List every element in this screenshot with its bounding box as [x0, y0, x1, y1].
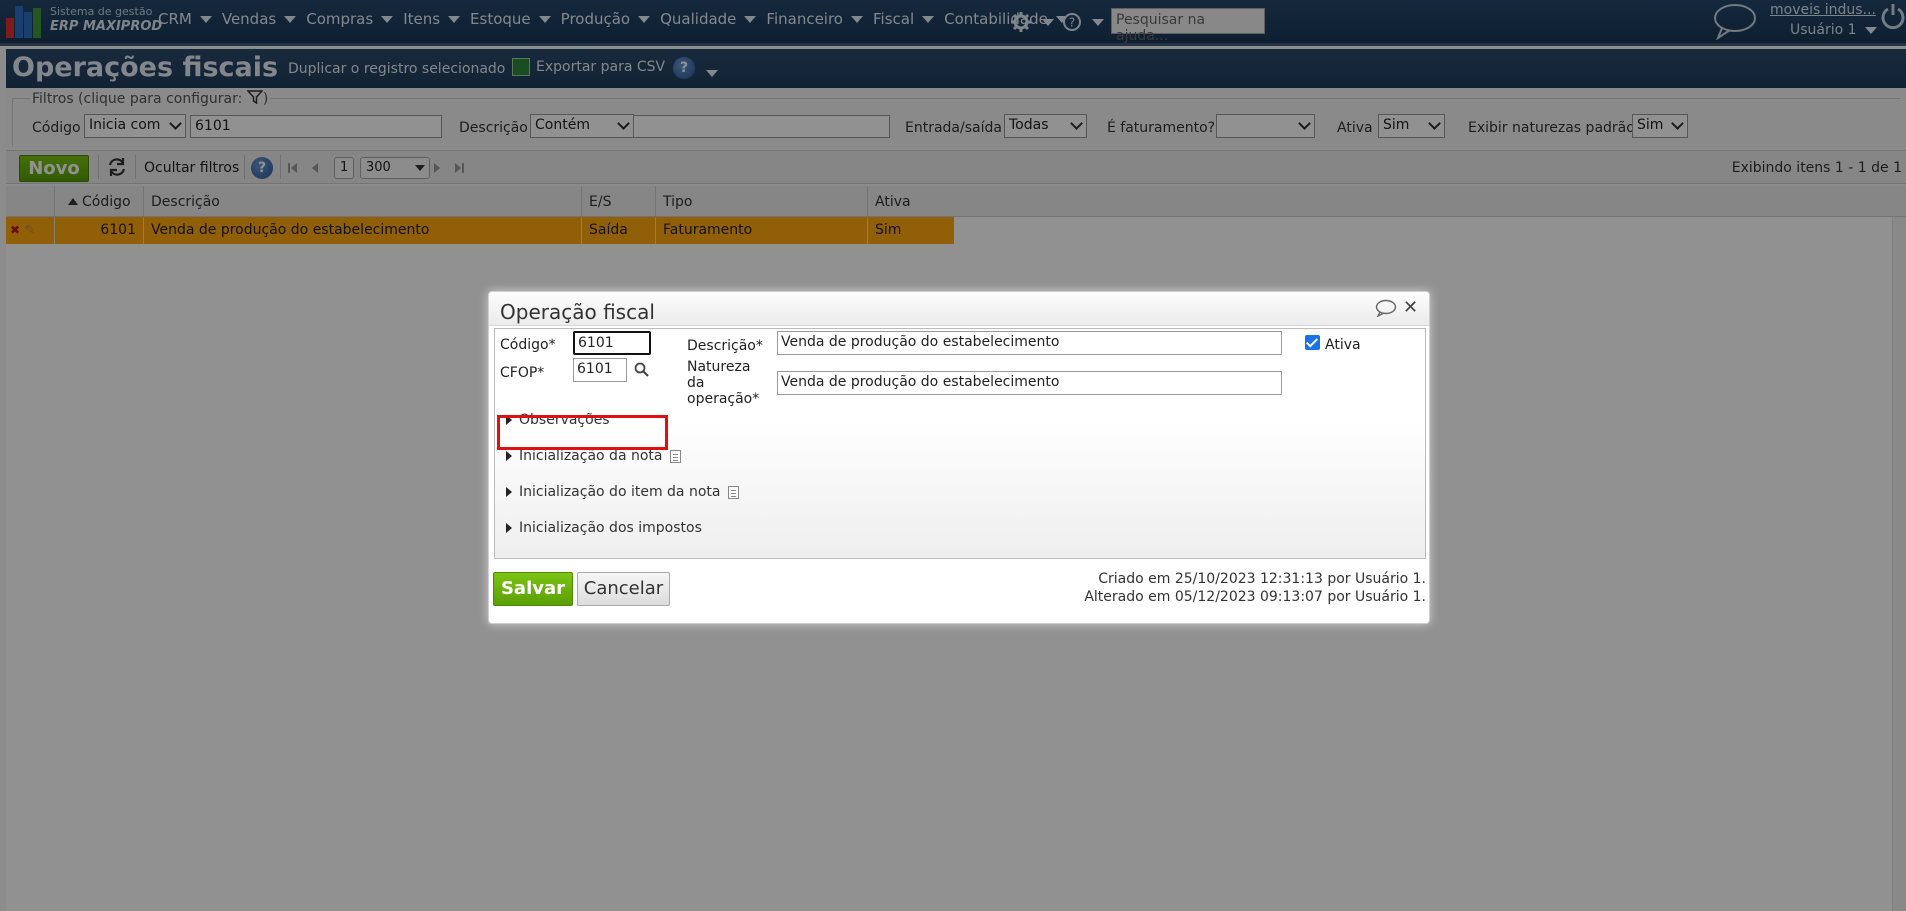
cfop-input[interactable]: 6101	[573, 358, 627, 382]
section-inicializacao-nota[interactable]: Inicialização da nota	[506, 448, 682, 464]
section-inicializacao-item[interactable]: Inicialização do item da nota	[506, 484, 740, 500]
caret-right-icon	[506, 523, 512, 533]
changed-info: Alterado em 05/12/2023 09:13:07 por Usuá…	[1084, 589, 1426, 605]
document-icon[interactable]	[670, 449, 682, 463]
cancel-button[interactable]: Cancelar	[577, 572, 670, 606]
ativa-label: Ativa	[1325, 337, 1361, 353]
save-button[interactable]: Salvar	[493, 572, 573, 606]
dialog-body: Código* 6101 CFOP* 6101 Descrição* Venda…	[494, 328, 1426, 559]
highlight-box	[497, 415, 668, 450]
caret-right-icon	[506, 451, 512, 461]
created-info: Criado em 25/10/2023 12:31:13 por Usuári…	[1098, 571, 1426, 587]
cfop-label: CFOP*	[500, 365, 545, 381]
natureza-input[interactable]: Venda de produção do estabelecimento	[777, 371, 1282, 395]
natureza-label-line1: Natureza	[687, 359, 751, 375]
close-icon[interactable]: ✕	[1403, 297, 1418, 318]
fiscal-operation-dialog: Operação fiscal ✕ Código* 6101 CFOP* 610…	[488, 291, 1430, 624]
ativa-checkbox[interactable]	[1305, 335, 1320, 350]
section-inicializacao-impostos[interactable]: Inicialização dos impostos	[506, 520, 702, 536]
document-icon[interactable]	[728, 485, 740, 499]
codigo-label: Código*	[500, 337, 556, 353]
natureza-label-line3: operação*	[687, 391, 760, 407]
comment-icon[interactable]	[1375, 299, 1397, 321]
descricao-input[interactable]: Venda de produção do estabelecimento	[777, 331, 1282, 355]
caret-right-icon	[506, 487, 512, 497]
dialog-header: Operação fiscal ✕	[489, 292, 1429, 326]
dialog-title: Operação fiscal	[500, 300, 655, 324]
search-icon[interactable]	[634, 362, 650, 382]
descricao-label: Descrição*	[687, 338, 763, 354]
codigo-input[interactable]: 6101	[573, 331, 651, 355]
natureza-label-line2: da	[687, 375, 705, 391]
